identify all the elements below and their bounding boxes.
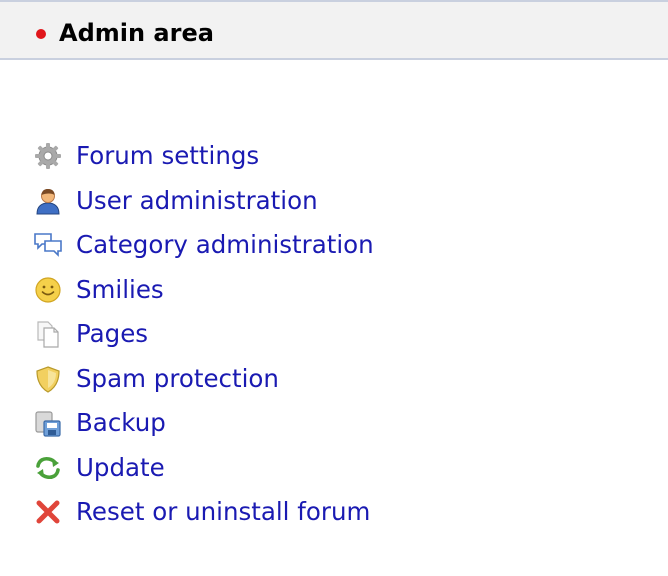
- menu-link-backup[interactable]: Backup: [76, 407, 166, 439]
- speech-bubbles-icon: [32, 229, 64, 261]
- page-title: Admin area: [59, 19, 214, 47]
- menu-item-pages[interactable]: Pages: [32, 312, 374, 357]
- menu-link-pages[interactable]: Pages: [76, 318, 148, 350]
- menu-item-backup[interactable]: Backup: [32, 401, 374, 446]
- menu-item-forum-settings[interactable]: Forum settings: [32, 134, 374, 179]
- pages-icon: [32, 318, 64, 350]
- menu-link-user-administration[interactable]: User administration: [76, 185, 318, 217]
- menu-item-smilies[interactable]: Smilies: [32, 268, 374, 313]
- menu-item-category-administration[interactable]: Category administration: [32, 223, 374, 268]
- backup-disk-icon: [32, 407, 64, 439]
- menu-link-category-administration[interactable]: Category administration: [76, 229, 374, 261]
- menu-item-spam-protection[interactable]: Spam protection: [32, 357, 374, 402]
- red-x-icon: [32, 496, 64, 528]
- refresh-icon: [32, 452, 64, 484]
- user-icon: [32, 185, 64, 217]
- status-dot-icon: [36, 29, 46, 39]
- menu-link-spam-protection[interactable]: Spam protection: [76, 363, 279, 395]
- gear-icon: [32, 140, 64, 172]
- smiley-icon: [32, 274, 64, 306]
- menu-link-smilies[interactable]: Smilies: [76, 274, 164, 306]
- menu-link-update[interactable]: Update: [76, 452, 165, 484]
- menu-item-update[interactable]: Update: [32, 446, 374, 491]
- menu-item-reset-uninstall[interactable]: Reset or uninstall forum: [32, 490, 374, 535]
- admin-area-header: Admin area: [0, 0, 668, 60]
- shield-icon: [32, 363, 64, 395]
- menu-item-user-administration[interactable]: User administration: [32, 179, 374, 224]
- menu-link-reset-uninstall[interactable]: Reset or uninstall forum: [76, 496, 370, 528]
- admin-menu: Forum settings User administration Categ…: [32, 134, 374, 535]
- menu-link-forum-settings[interactable]: Forum settings: [76, 140, 259, 172]
